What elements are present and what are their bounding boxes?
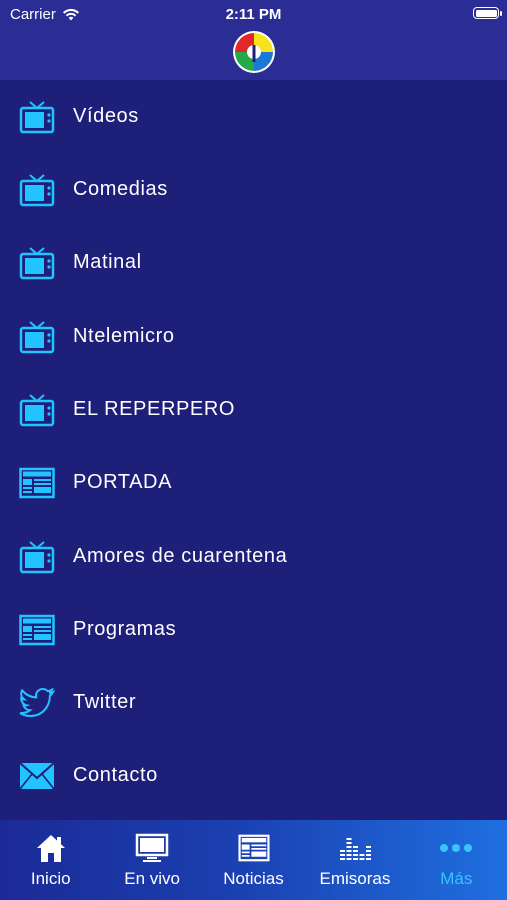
menu-item-ntelemicro[interactable]: Ntelemicro: [0, 300, 507, 373]
more-dots-icon: [439, 832, 473, 864]
menu-item-label: Contacto: [73, 764, 158, 786]
tv-icon: [18, 318, 56, 356]
tv-icon: [18, 244, 56, 282]
menu-item-portada[interactable]: PORTADA: [0, 446, 507, 519]
tab-emisoras[interactable]: Emisoras: [304, 820, 405, 900]
tv-icon: [18, 171, 56, 209]
twitter-bird-icon: [18, 684, 56, 722]
newspaper-icon: [18, 464, 56, 502]
menu-item-label: Comedias: [73, 178, 168, 200]
home-icon: [34, 832, 68, 864]
menu-item-videos[interactable]: Vídeos: [0, 80, 507, 153]
menu-item-label: Programas: [73, 618, 177, 640]
tab-inicio[interactable]: Inicio: [0, 820, 101, 900]
menu-item-label: EL REPERPERO: [73, 398, 236, 420]
menu-item-label: Ntelemicro: [73, 325, 175, 347]
tab-noticias[interactable]: Noticias: [203, 820, 304, 900]
menu-item-programas[interactable]: Programas: [0, 593, 507, 666]
newspaper-icon: [18, 611, 56, 649]
menu-item-amores-de-cuarentena[interactable]: Amores de cuarentena: [0, 520, 507, 593]
monitor-icon: [135, 832, 169, 864]
tab-label: Noticias: [223, 869, 284, 888]
bottom-tab-bar: Inicio En vivo Noticias Emisoras Más: [0, 820, 507, 900]
tv-icon: [18, 538, 56, 576]
menu-item-label: PORTADA: [73, 471, 173, 493]
tab-label: En vivo: [124, 869, 180, 888]
menu-item-label: Amores de cuarentena: [73, 545, 288, 567]
newspaper-icon: [237, 832, 271, 864]
menu-item-label: Twitter: [73, 691, 137, 713]
status-time: 2:11 PM: [225, 6, 282, 23]
channel-logo: [233, 31, 275, 73]
tv-icon: [18, 98, 56, 136]
menu-item-el-reperpero[interactable]: EL REPERPERO: [0, 373, 507, 446]
menu-item-comedias[interactable]: Comedias: [0, 153, 507, 226]
menu-item-twitter[interactable]: Twitter: [0, 666, 507, 739]
tab-mas[interactable]: Más: [406, 820, 507, 900]
tab-label: Inicio: [30, 869, 71, 888]
more-menu-list: Vídeos Comedias Matinal Ntelemicro EL RE…: [0, 80, 507, 820]
tab-en-vivo[interactable]: En vivo: [101, 820, 202, 900]
menu-item-label: Matinal: [73, 251, 142, 273]
tv-icon: [18, 391, 56, 429]
menu-item-matinal[interactable]: Matinal: [0, 226, 507, 299]
menu-item-label: Vídeos: [73, 105, 139, 127]
equalizer-icon: [338, 832, 372, 864]
menu-item-contacto[interactable]: Contacto: [0, 739, 507, 812]
tab-label: Emisoras: [319, 869, 391, 888]
status-bar: Carrier 2:11 PM: [0, 0, 507, 30]
tab-label: Más: [440, 869, 473, 888]
envelope-icon: [18, 757, 56, 795]
battery-icon: [473, 7, 502, 19]
app-header: Carrier 2:11 PM: [0, 0, 507, 80]
